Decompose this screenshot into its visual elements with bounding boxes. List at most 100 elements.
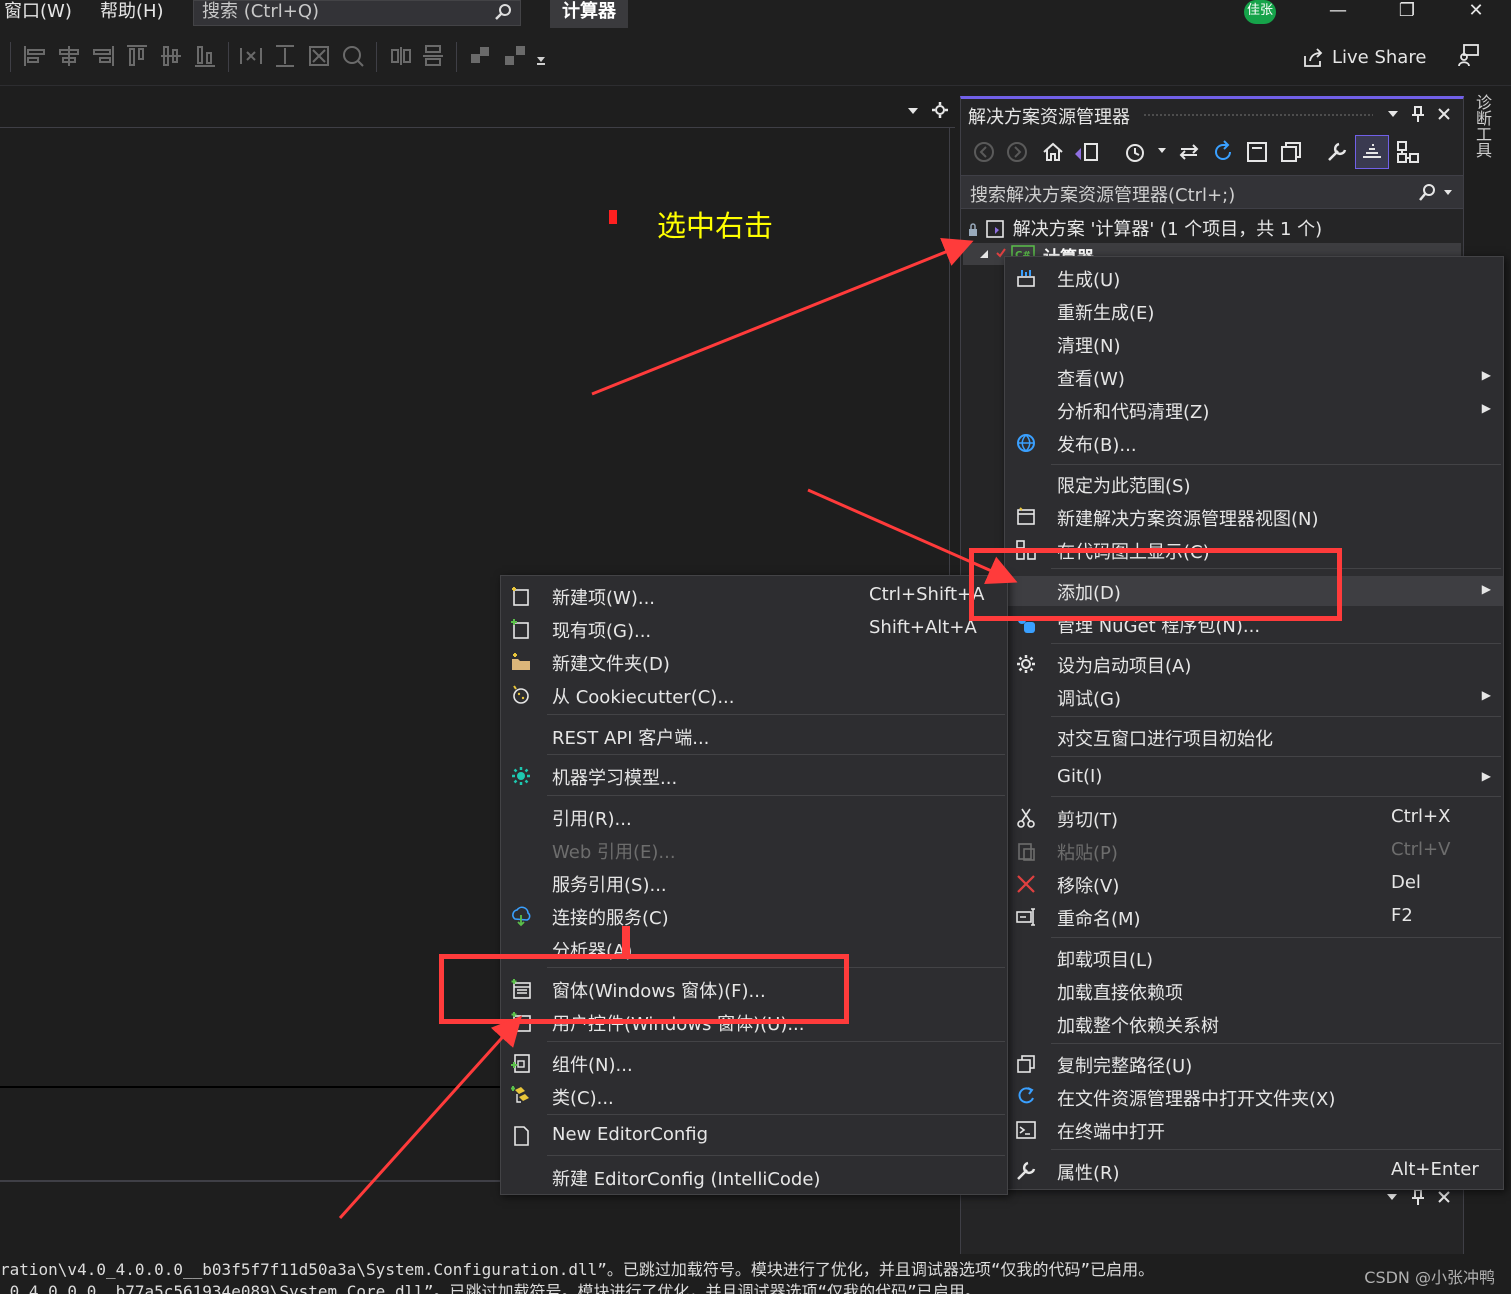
add-menu-item[interactable]: 类(C)... <box>501 1081 1007 1111</box>
chevron-down-icon[interactable] <box>1385 1192 1399 1202</box>
menu-item-label: New EditorConfig <box>552 1124 709 1145</box>
add-menu-item[interactable]: 引用(R)... <box>501 802 1007 832</box>
diagnostics-tools-tab[interactable]: 诊断工具 <box>1470 94 1494 174</box>
project-menu-item[interactable]: 在文件资源管理器中打开文件夹(X) <box>1005 1082 1503 1112</box>
project-menu-item[interactable]: 重命名(M) F2 <box>1005 902 1503 932</box>
project-menu-item[interactable]: 分析和代码清理(Z) ▶ <box>1005 395 1503 425</box>
live-share-button[interactable]: Live Share <box>1302 44 1426 72</box>
pin-icon[interactable] <box>1411 105 1425 123</box>
add-menu-item[interactable]: 组件(N)... <box>501 1048 1007 1078</box>
bring-to-front-icon[interactable] <box>468 42 494 70</box>
home-icon[interactable] <box>1041 140 1065 164</box>
align-center-icon[interactable] <box>56 42 82 70</box>
pending-changes-filter-icon[interactable] <box>1123 140 1149 164</box>
sync-with-document-icon[interactable] <box>1177 140 1201 164</box>
class-icon <box>510 1085 532 1107</box>
new-item-icon <box>510 585 532 607</box>
wrench-icon[interactable] <box>1325 140 1349 164</box>
add-menu-item[interactable]: 服务引用(S)... <box>501 868 1007 898</box>
project-menu-item[interactable]: 生成(U) <box>1005 263 1503 293</box>
align-left-icon[interactable] <box>22 42 48 70</box>
project-menu-item[interactable]: 在终端中打开 <box>1005 1115 1503 1145</box>
menu-item-label: 移除(V) <box>1057 876 1120 897</box>
project-menu-item[interactable]: 加载整个依赖关系树 <box>1005 1009 1503 1039</box>
annotation-marker <box>609 210 617 224</box>
add-menu-item[interactable]: REST API 客户端... <box>501 721 1007 751</box>
menu-separator <box>1051 1043 1501 1044</box>
close-icon[interactable] <box>1437 107 1451 121</box>
close-button[interactable]: ✕ <box>1458 0 1494 24</box>
tab-dropdown-icon[interactable] <box>906 106 920 116</box>
add-menu-item[interactable]: 新建文件夹(D) <box>501 647 1007 677</box>
restore-button[interactable]: ❐ <box>1389 0 1425 24</box>
add-menu-item[interactable]: 新建 EditorConfig (IntelliCode) <box>501 1162 1007 1192</box>
project-menu-item[interactable]: 重新生成(E) <box>1005 296 1503 326</box>
menu-window[interactable]: 窗口(W) <box>4 0 72 26</box>
gear-icon[interactable] <box>931 101 949 119</box>
menu-item-label: 服务引用(S)... <box>552 875 667 896</box>
solution-explorer-search-input[interactable]: 搜索解决方案资源管理器(Ctrl+;) <box>961 175 1463 209</box>
avatar[interactable]: 佳张 <box>1244 0 1276 24</box>
size-to-grid-icon[interactable] <box>340 42 366 70</box>
add-menu-item[interactable]: 现有项(G)... Shift+Alt+A <box>501 614 1007 644</box>
menu-item-shortcut: Del <box>1391 872 1421 893</box>
horizontal-spacing-icon[interactable] <box>388 42 414 70</box>
project-menu-item[interactable]: 新建解决方案资源管理器视图(N) <box>1005 502 1503 532</box>
project-menu-item[interactable]: 清理(N) <box>1005 329 1503 359</box>
lock-icon <box>969 223 977 236</box>
align-middle-icon[interactable] <box>158 42 184 70</box>
project-menu-item[interactable]: 复制完整路径(U) <box>1005 1049 1503 1079</box>
submenu-arrow-icon: ▶ <box>1481 582 1491 596</box>
minimize-button[interactable]: — <box>1320 0 1356 24</box>
menu-item-label: 新建 EditorConfig (IntelliCode) <box>552 1169 821 1190</box>
same-width-icon[interactable] <box>238 42 264 70</box>
menu-separator <box>547 1155 1005 1156</box>
add-menu-item[interactable]: 新建项(W)... Ctrl+Shift+A <box>501 581 1007 611</box>
vertical-spacing-icon[interactable] <box>420 42 446 70</box>
add-menu-item[interactable]: 连接的服务(C) <box>501 901 1007 931</box>
drag-grip[interactable] <box>1143 113 1373 117</box>
same-size-icon[interactable] <box>306 42 332 70</box>
menu-help[interactable]: 帮助(H) <box>100 0 164 26</box>
show-all-files-icon[interactable] <box>1279 140 1303 164</box>
project-menu-item[interactable]: 设为启动项目(A) <box>1005 649 1503 679</box>
add-menu-item[interactable]: New EditorConfig <box>501 1121 1007 1151</box>
back-icon[interactable] <box>973 141 995 163</box>
code-map-icon[interactable] <box>1395 139 1421 165</box>
global-search-input[interactable]: 搜索 (Ctrl+Q) <box>193 0 521 26</box>
project-menu-item[interactable]: 限定为此范围(S) <box>1005 469 1503 499</box>
add-menu-item[interactable]: 机器学习模型... <box>501 761 1007 791</box>
solution-node[interactable]: 解决方案 '计算器' (1 个项目，共 1 个) <box>967 215 1322 241</box>
add-menu-item[interactable]: 从 Cookiecutter(C)... <box>501 680 1007 710</box>
pin-icon[interactable] <box>1411 1188 1425 1206</box>
project-menu-item[interactable]: 剪切(T) Ctrl+X <box>1005 803 1503 833</box>
chevron-down-icon[interactable] <box>1443 189 1453 197</box>
forward-icon[interactable] <box>1006 141 1028 163</box>
menu-separator <box>1051 1149 1501 1150</box>
preview-selected-items-button[interactable] <box>1355 135 1389 169</box>
align-top-icon[interactable] <box>124 42 150 70</box>
chevron-down-icon[interactable] <box>1157 147 1167 155</box>
toolbar-overflow-icon[interactable] <box>534 52 548 66</box>
close-icon[interactable] <box>1437 1190 1451 1204</box>
same-height-icon[interactable] <box>272 42 298 70</box>
send-to-back-icon[interactable] <box>502 42 528 70</box>
collapse-all-icon[interactable] <box>1245 140 1269 164</box>
project-menu-item[interactable]: 发布(B)... <box>1005 428 1503 458</box>
project-menu-item[interactable]: 加载直接依赖项 <box>1005 976 1503 1006</box>
align-bottom-icon[interactable] <box>192 42 218 70</box>
project-menu-item[interactable]: 对交互窗口进行项目初始化 <box>1005 722 1503 752</box>
project-menu-item[interactable]: 属性(R) Alt+Enter <box>1005 1156 1503 1186</box>
expand-triangle-icon[interactable] <box>979 249 989 259</box>
project-menu-item[interactable]: 卸载项目(L) <box>1005 943 1503 973</box>
project-menu-item[interactable]: 调试(G) ▶ <box>1005 682 1503 712</box>
cookiecutter-icon <box>510 684 532 706</box>
feedback-icon[interactable] <box>1456 42 1482 68</box>
align-right-icon[interactable] <box>90 42 116 70</box>
project-menu-item[interactable]: 移除(V) Del <box>1005 869 1503 899</box>
switch-views-icon[interactable] <box>1073 140 1101 164</box>
refresh-icon[interactable] <box>1211 140 1235 164</box>
project-menu-item[interactable]: 查看(W) ▶ <box>1005 362 1503 392</box>
project-menu-item[interactable]: Git(I) ▶ <box>1005 763 1503 793</box>
chevron-down-icon[interactable] <box>1386 109 1400 119</box>
